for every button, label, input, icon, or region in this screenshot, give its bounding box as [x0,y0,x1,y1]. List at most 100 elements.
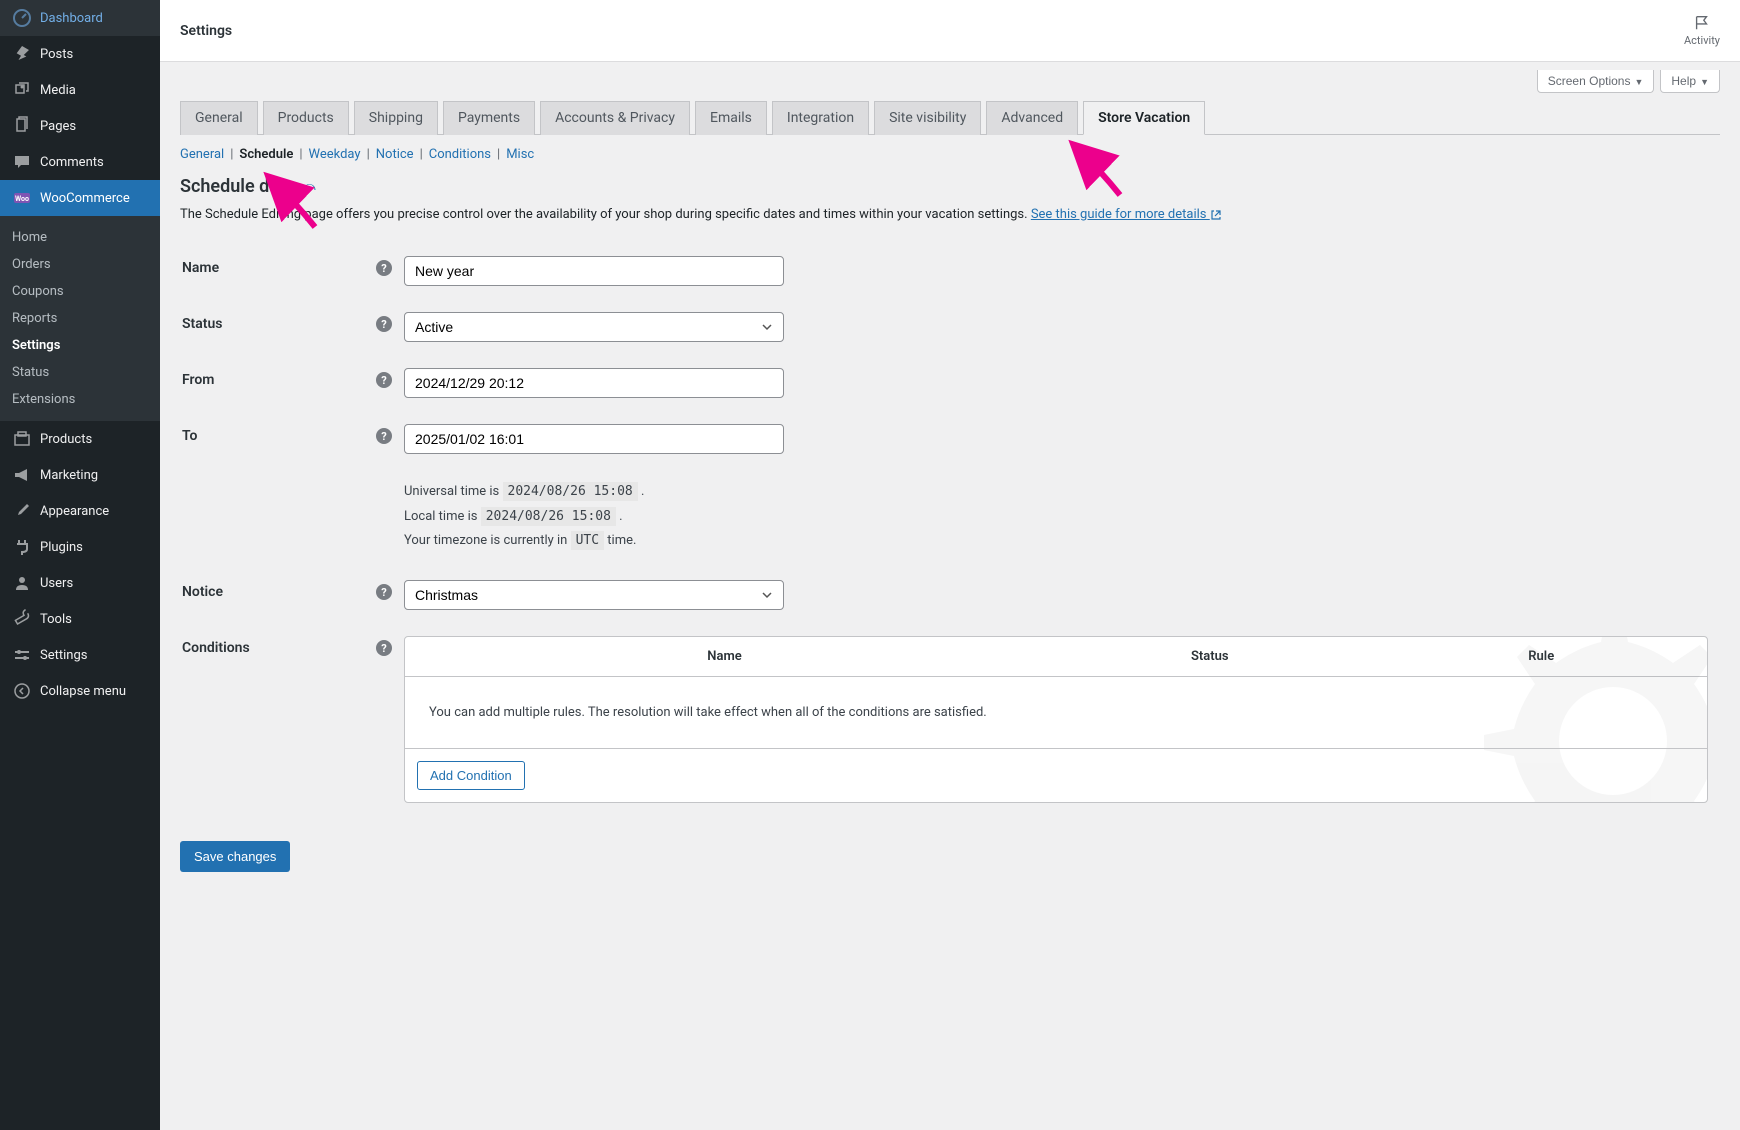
help-tip-icon[interactable]: ? [376,428,392,444]
nav-plugins[interactable]: Plugins [0,529,160,565]
section-heading: Schedule data⤺ [180,176,1720,197]
nav-label: Pages [40,119,76,134]
user-icon [12,573,32,593]
back-link-icon[interactable]: ⤺ [301,179,316,195]
nav-label: Dashboard [40,11,103,26]
sub-settings[interactable]: Settings [0,332,160,359]
subsection-nav: General| Schedule| Weekday| Notice| Cond… [180,135,1720,170]
name-input[interactable] [404,256,784,286]
dashboard-icon [12,8,32,28]
sub-status[interactable]: Status [0,359,160,386]
pin-icon [12,44,32,64]
nav-woocommerce[interactable]: Woo WooCommerce [0,180,160,216]
subsub-misc[interactable]: Misc [506,147,534,162]
tab-general[interactable]: General [180,101,258,135]
help-tip-icon[interactable]: ? [376,316,392,332]
nav-posts[interactable]: Posts [0,36,160,72]
tab-advanced[interactable]: Advanced [986,101,1078,135]
nav-label: Marketing [40,468,98,483]
to-label: To [182,428,197,444]
collapse-icon [12,681,32,701]
cond-header-rule: Rule [1376,637,1708,676]
nav-pages[interactable]: Pages [0,108,160,144]
guide-link[interactable]: See this guide for more details [1031,207,1222,222]
nav-label: Comments [40,155,104,170]
time-info: Universal time is 2024/08/26 15:08 . Loc… [404,480,1708,554]
nav-media[interactable]: Media [0,72,160,108]
help-tip-icon[interactable]: ? [376,260,392,276]
nav-label: Media [40,83,76,98]
save-button[interactable]: Save changes [180,841,290,872]
status-select[interactable]: Active [404,312,784,342]
flag-icon [1693,14,1711,32]
help-tip-icon[interactable]: ? [376,584,392,600]
tab-store-vacation[interactable]: Store Vacation [1083,101,1205,135]
svg-text:Woo: Woo [15,195,29,203]
notice-select[interactable]: Christmas [404,580,784,610]
status-label: Status [182,316,222,332]
help-button[interactable]: Help▼ [1660,70,1720,93]
sub-coupons[interactable]: Coupons [0,278,160,305]
page-icon [12,116,32,136]
tab-integration[interactable]: Integration [772,101,869,135]
subsub-conditions[interactable]: Conditions [429,147,491,162]
nav-label: Settings [40,648,87,663]
admin-sidebar: Dashboard Posts Media Pages Comments Woo… [0,0,160,1130]
nav-marketing[interactable]: Marketing [0,457,160,493]
woocommerce-icon: Woo [12,188,32,208]
plug-icon [12,537,32,557]
tab-shipping[interactable]: Shipping [354,101,438,135]
tab-emails[interactable]: Emails [695,101,767,135]
name-label: Name [182,260,219,276]
nav-comments[interactable]: Comments [0,144,160,180]
to-input[interactable] [404,424,784,454]
conditions-empty-message: You can add multiple rules. The resoluti… [405,677,1707,749]
conditions-table: Name Status Rule You can add multiple ru… [404,636,1708,803]
megaphone-icon [12,465,32,485]
nav-appearance[interactable]: Appearance [0,493,160,529]
subsub-schedule[interactable]: Schedule [239,147,293,162]
cond-header-name: Name [405,637,1044,676]
tab-accounts[interactable]: Accounts & Privacy [540,101,690,135]
nav-dashboard[interactable]: Dashboard [0,0,160,36]
nav-label: Collapse menu [40,684,126,699]
sub-orders[interactable]: Orders [0,251,160,278]
tab-visibility[interactable]: Site visibility [874,101,981,135]
brush-icon [12,501,32,521]
help-tip-icon[interactable]: ? [376,640,392,656]
subsub-notice[interactable]: Notice [376,147,414,162]
screen-options-button[interactable]: Screen Options▼ [1537,70,1655,93]
from-label: From [182,372,214,388]
activity-button[interactable]: Activity [1684,14,1720,47]
tab-products[interactable]: Products [263,101,349,135]
products-icon [12,429,32,449]
gear-icon [12,645,32,665]
top-bar: Settings Activity [160,0,1740,62]
sub-extensions[interactable]: Extensions [0,386,160,413]
sub-reports[interactable]: Reports [0,305,160,332]
subsub-weekday[interactable]: Weekday [309,147,361,162]
nav-collapse[interactable]: Collapse menu [0,673,160,709]
help-tip-icon[interactable]: ? [376,372,392,388]
tab-payments[interactable]: Payments [443,101,535,135]
nav-tools[interactable]: Tools [0,601,160,637]
sub-home[interactable]: Home [0,224,160,251]
nav-label: Plugins [40,540,83,555]
notice-label: Notice [182,584,223,600]
activity-label: Activity [1684,34,1720,47]
nav-settings[interactable]: Settings [0,637,160,673]
comment-icon [12,152,32,172]
media-icon [12,80,32,100]
section-description: The Schedule Editing page offers you pre… [180,207,1720,222]
nav-label: Posts [40,47,73,62]
from-input[interactable] [404,368,784,398]
add-condition-button[interactable]: Add Condition [417,761,525,790]
external-link-icon [1210,209,1222,221]
nav-users[interactable]: Users [0,565,160,601]
subsub-general[interactable]: General [180,147,224,162]
nav-label: Products [40,432,92,447]
page-title: Settings [180,23,232,39]
nav-label: WooCommerce [40,191,130,206]
nav-products[interactable]: Products [0,421,160,457]
nav-label: Users [40,576,73,591]
